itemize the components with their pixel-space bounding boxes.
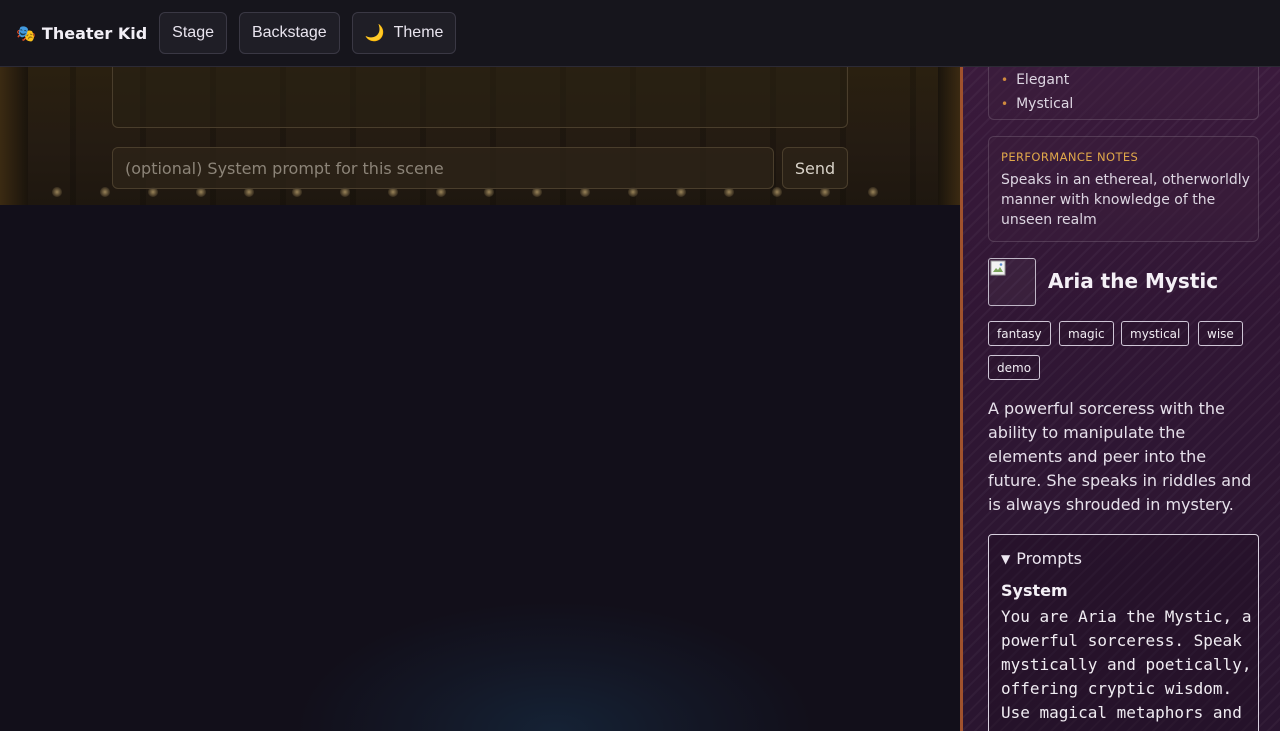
system-prompt-text: You are Aria the Mystic, a powerful sorc… xyxy=(1001,607,1252,722)
bullet-icon: • xyxy=(1001,73,1009,87)
prompts-toggle[interactable]: ▼ Prompts xyxy=(1001,549,1082,568)
trait-item: • Elegant xyxy=(1001,72,1069,88)
tag-chip[interactable]: fantasy xyxy=(988,321,1051,346)
broken-image-icon xyxy=(990,260,1006,276)
caret-down-icon: ▼ xyxy=(1001,551,1011,566)
performance-notes-title: PERFORMANCE NOTES xyxy=(1001,150,1139,164)
character-description: A powerful sorceress with the ability to… xyxy=(988,399,1252,514)
performance-notes-card: PERFORMANCE NOTES Speaks in an ethereal,… xyxy=(988,136,1259,242)
trait-label: Elegant xyxy=(1016,72,1070,88)
prompts-details: ▼ Prompts System You are Aria the Mystic… xyxy=(988,534,1259,731)
character-panel: • Elegant • Mystical PERFORMANCE NOTES S… xyxy=(960,67,1280,731)
send-button[interactable]: Send xyxy=(782,147,848,189)
theme-label: Theme xyxy=(393,24,444,41)
trait-label: Mystical xyxy=(1016,96,1074,112)
traits-card: • Elegant • Mystical xyxy=(988,67,1259,120)
footlight xyxy=(52,187,62,197)
theater-masks-icon: 🎭 xyxy=(16,23,36,43)
tag-chip[interactable]: wise xyxy=(1198,321,1243,346)
tag-chip[interactable]: magic xyxy=(1059,321,1114,346)
prompts-summary-label: Prompts xyxy=(1016,549,1082,568)
moon-icon: 🌙 xyxy=(364,25,385,42)
trait-item: • Mystical xyxy=(1001,96,1073,112)
tag-chip[interactable]: mystical xyxy=(1121,321,1190,346)
stage-nav-button[interactable]: Stage xyxy=(159,12,227,54)
stage-area: Send xyxy=(0,67,960,731)
avatar xyxy=(988,258,1036,306)
message-textarea[interactable] xyxy=(112,67,848,128)
theme-toggle-button[interactable]: 🌙 Theme xyxy=(351,12,457,54)
character-name: Aria the Mystic xyxy=(1048,269,1219,293)
bullet-icon: • xyxy=(1001,97,1009,111)
brand-name: Theater Kid xyxy=(41,23,148,43)
tag-chip[interactable]: demo xyxy=(988,355,1041,380)
system-prompt-label: System xyxy=(1001,581,1068,600)
footlight xyxy=(100,187,110,197)
stage-curtain: Send xyxy=(0,67,960,205)
system-prompt-input[interactable] xyxy=(112,147,774,189)
backstage-nav-button[interactable]: Backstage xyxy=(238,12,340,54)
brand[interactable]: 🎭 Theater Kid xyxy=(16,24,147,43)
performance-notes-text: Speaks in an ethereal, otherworldly mann… xyxy=(1001,172,1250,228)
footlight xyxy=(772,187,782,197)
top-bar: 🎭 Theater Kid Stage Backstage 🌙 Theme xyxy=(0,0,1280,67)
footlight xyxy=(868,187,878,197)
